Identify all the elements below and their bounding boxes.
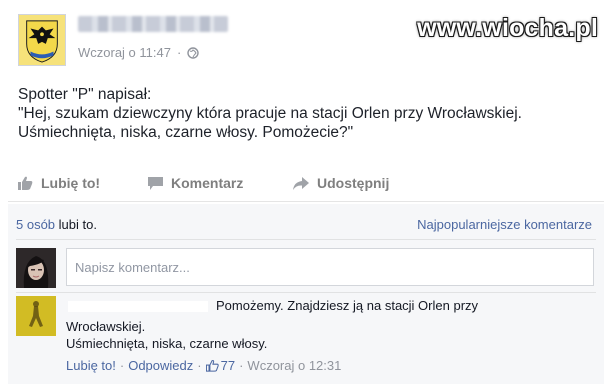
timestamp-separator: · [176,45,182,60]
comment-text-line: Wrocławskiej. [66,319,146,334]
meta-separator: · [239,358,244,373]
meta-separator: · [197,358,202,373]
likes-count-link[interactable]: 5 osób [16,217,55,232]
comment-input[interactable] [66,248,594,286]
comment-like-count-value: 77 [220,358,236,373]
comment-button[interactable]: Komentarz [148,175,293,191]
post-body-text: Spotter "P" napisał: "Hej, szukam dziewc… [18,85,598,142]
thumbs-up-icon [18,176,33,190]
comment-text-line: Pomożemy. Znajdziesz ją na stacji Orlen … [216,298,479,313]
commenter-name-redacted[interactable] [68,301,208,312]
share-arrow-icon [293,176,309,190]
meta-separator: · [119,358,125,373]
likes-summary: 5 osób lubi to. [16,217,97,232]
share-button-label: Udostępnij [317,175,390,191]
share-button[interactable]: Udostępnij [293,175,389,191]
post-action-bar: Lubię to! Komentarz Udostępnij [18,172,598,194]
like-button-label: Lubię to! [41,175,101,191]
comments-section: 5 osób lubi to. Najpopularniejsze koment… [8,204,604,384]
commenter-avatar[interactable] [16,296,56,336]
comment-like-count[interactable]: 77 [205,358,236,373]
like-button[interactable]: Lubię to! [18,175,148,191]
current-user-avatar[interactable] [16,248,56,288]
page-avatar-coat-of-arms[interactable] [18,14,66,66]
thumbs-up-outline-icon [205,360,219,372]
post-timestamp[interactable]: Wczoraj o 11:47 [78,45,171,60]
divider [16,239,596,240]
speech-bubble-icon [148,176,163,190]
comment-reply-link[interactable]: Odpowiedz [128,358,193,373]
post-timestamp-row: Wczoraj o 11:47 · [78,45,200,60]
divider [8,201,604,202]
top-comments-sort[interactable]: Najpopularniejsze komentarze [417,217,592,232]
comment-meta-row: Lubię to! · Odpowiedz · 77 · Wczoraj o 1… [66,358,341,373]
post-text-line: "Hej, szukam dziewczyny która pracuje na… [18,105,522,122]
divider [16,292,596,293]
comment-text-line: Uśmiechnięta, niska, czarne włosy. [66,336,268,351]
globe-icon[interactable] [187,46,200,59]
facebook-post: Wczoraj o 11:47 · www.wiocha.pl Spotter … [0,0,612,386]
comment-like-link[interactable]: Lubię to! [66,358,116,373]
site-watermark: www.wiocha.pl [417,14,598,42]
likes-suffix: lubi to. [58,217,97,232]
comment-timestamp[interactable]: Wczoraj o 12:31 [247,358,341,373]
post-text-line: Spotter "P" napisał: [18,86,152,103]
post-text-line: Uśmiechnięta, niska, czarne włosy. Pomoż… [18,124,354,141]
page-name-blurred[interactable] [78,16,228,32]
comment-button-label: Komentarz [171,175,244,191]
